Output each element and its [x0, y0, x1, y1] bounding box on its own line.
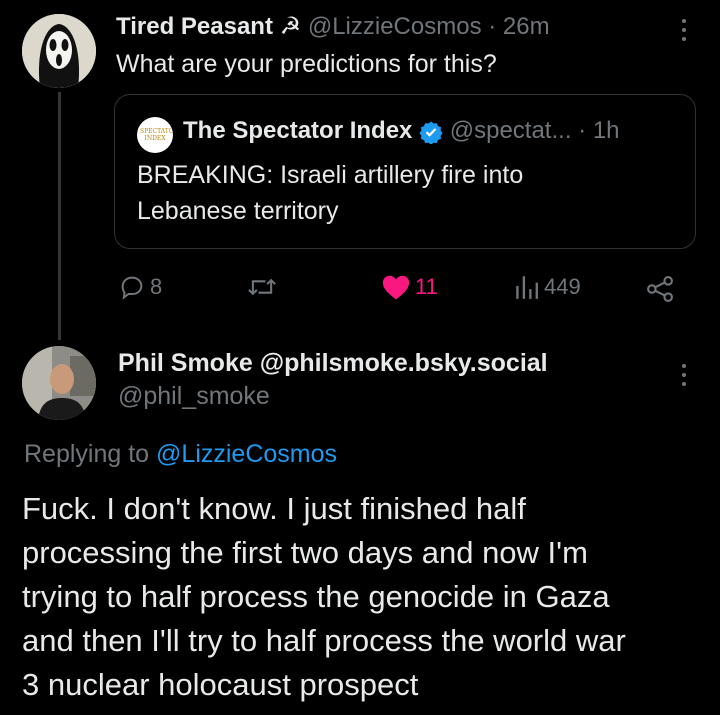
tweet1-more-icon[interactable]	[681, 19, 687, 41]
quote-handle[interactable]: @spectat...	[450, 117, 572, 144]
quote-text-line1: BREAKING: Israeli artillery fire into	[137, 161, 524, 189]
heart-icon	[382, 275, 410, 300]
person-avatar-image	[22, 346, 96, 420]
reply-count: 8	[150, 274, 163, 299]
replying-to-line: Replying to @LizzieCosmos	[24, 440, 337, 469]
ghostface-avatar-image	[22, 14, 96, 88]
tweet1-time[interactable]: 26m	[503, 13, 550, 40]
quote-separator: ·	[578, 117, 587, 144]
thread-line	[58, 92, 61, 340]
tweet2-text-line: processing the first two days and now I'…	[22, 535, 588, 570]
retweet-action[interactable]	[246, 273, 278, 301]
tweet2-more-icon[interactable]	[681, 364, 687, 386]
tweet2-text-line: trying to half process the genocide in G…	[22, 579, 610, 614]
tweet2-avatar[interactable]	[22, 346, 96, 420]
tweet1-handle[interactable]: @LizzieCosmos	[308, 13, 482, 40]
share-icon	[647, 276, 673, 302]
views-action[interactable]: 449	[514, 273, 581, 301]
views-count: 449	[544, 274, 581, 299]
tweet2-text-line: 3 nuclear holocaust prospect	[22, 667, 419, 702]
spectator-index-logo[interactable]: SPECTATOR INDEX	[137, 117, 173, 153]
replying-to-handle[interactable]: @LizzieCosmos	[156, 440, 337, 468]
quote-author-name[interactable]: The Spectator Index	[183, 117, 412, 144]
tweet1-text: What are your predictions for this?	[116, 50, 497, 78]
quoted-tweet[interactable]: SPECTATOR INDEX The Spectator Index @spe…	[114, 94, 696, 249]
tweet1-author-name[interactable]: Tired Peasant ☭	[116, 13, 301, 40]
share-action[interactable]	[646, 275, 674, 303]
replying-prefix: Replying to	[24, 440, 150, 468]
tweet2-text-line: and then I'll try to half process the wo…	[22, 623, 626, 658]
quote-header: The Spectator Index @spectat... · 1h	[183, 117, 620, 145]
quote-text-line2: Lebanese territory	[137, 197, 339, 225]
tweet1-avatar[interactable]	[22, 14, 96, 88]
like-action[interactable]: 11	[381, 273, 438, 301]
tweet2-text-line: Fuck. I don't know. I just finished half	[22, 491, 526, 526]
quote-time[interactable]: 1h	[593, 117, 620, 144]
spectator-logo-text: SPECTATOR INDEX	[140, 128, 173, 142]
retweet-icon	[248, 278, 276, 296]
tweet2-text: Fuck. I don't know. I just finished half…	[22, 487, 626, 707]
views-icon	[516, 276, 538, 299]
tweet2-author-name[interactable]: Phil Smoke @philsmoke.bsky.social	[118, 349, 548, 378]
reply-icon	[121, 276, 143, 300]
reply-action[interactable]: 8	[118, 273, 162, 301]
verified-badge-icon	[419, 121, 443, 144]
like-count: 11	[415, 274, 438, 299]
quote-text: BREAKING: Israeli artillery fire into Le…	[137, 157, 523, 229]
tweet2-handle[interactable]: @phil_smoke	[118, 382, 270, 411]
tweet1-separator: ·	[488, 13, 497, 40]
tweet1-header: Tired Peasant ☭ @LizzieCosmos · 26m	[116, 12, 550, 41]
